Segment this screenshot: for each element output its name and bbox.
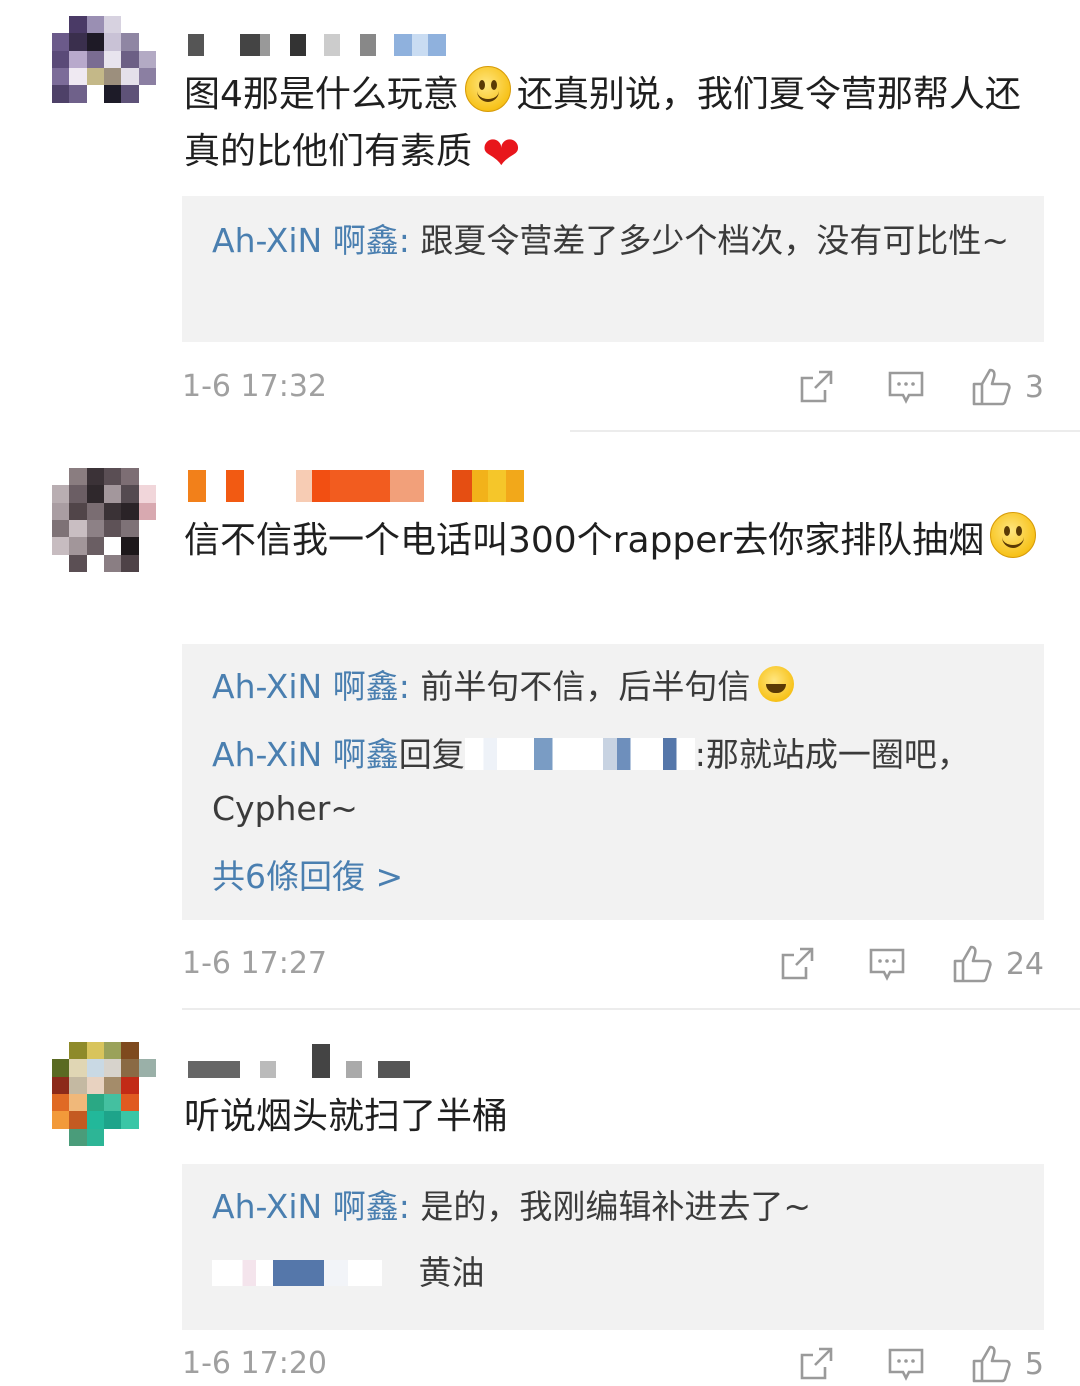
reply-box[interactable]: Ah-XiN 啊鑫: 跟夏令营差了多少个档次，没有可比性~ <box>182 196 1044 342</box>
more-replies-link[interactable]: 共6條回復 > <box>212 850 1012 904</box>
comment-text-a: 信不信我一个电话叫300个rapper去你家排队抽烟 <box>184 520 985 561</box>
timestamp: 1-6 17:32 <box>182 369 327 404</box>
comment-text: 听说烟头就扫了半桶 <box>184 1088 1044 1145</box>
thumbs-up-icon <box>972 1345 1011 1383</box>
smile-emoji-icon <box>990 512 1037 558</box>
share-icon <box>800 370 833 403</box>
reply-line: Ah-XiN 啊鑫: 前半句不信，后半句信 <box>212 660 1012 714</box>
reply-text: 前半句不信，后半句信 <box>420 667 751 706</box>
share-button[interactable] <box>778 945 816 983</box>
reply-author[interactable]: Ah-XiN 啊鑫 <box>212 221 399 260</box>
share-icon <box>800 1347 833 1380</box>
smile-emoji-icon <box>464 66 511 112</box>
reply-separator: : <box>398 221 421 260</box>
reply-author[interactable]: Ah-XiN 啊鑫 <box>212 735 399 774</box>
reply-line: Ah-XiN 啊鑫: 是的，我刚编辑补进去了~ <box>212 1180 1012 1234</box>
comment-icon <box>888 1348 924 1381</box>
like-button[interactable]: 3 <box>971 367 1044 407</box>
like-count: 3 <box>1024 369 1044 405</box>
username-redacted[interactable] <box>188 470 524 502</box>
username-redacted[interactable] <box>188 34 446 56</box>
comment-item: 听说烟头就扫了半桶 Ah-XiN 啊鑫: 是的，我刚编辑补进去了~ 黄油 1-6… <box>0 1010 1080 1384</box>
thumbs-up-icon <box>972 368 1011 406</box>
thumbs-up-icon <box>953 945 992 983</box>
like-count: 24 <box>1005 946 1044 982</box>
reply-box[interactable]: Ah-XiN 啊鑫: 是的，我刚编辑补进去了~ 黄油 <box>182 1164 1044 1330</box>
redacted-username[interactable] <box>212 1260 382 1286</box>
reply-text: 黄油 <box>418 1253 485 1292</box>
action-bar: 24 <box>778 942 1044 986</box>
share-button[interactable] <box>797 368 835 406</box>
reply-author[interactable]: Ah-XiN 啊鑫 <box>212 1187 399 1226</box>
comment-icon <box>888 371 924 404</box>
comment-item: 信不信我一个电话叫300个rapper去你家排队抽烟 Ah-XiN 啊鑫: 前半… <box>0 432 1080 1010</box>
username-redacted[interactable] <box>188 1044 410 1078</box>
timestamp: 1-6 17:20 <box>182 1346 327 1381</box>
comment-icon <box>869 948 905 981</box>
reply-line: 黄油 <box>212 1246 1012 1300</box>
like-count: 5 <box>1024 1346 1044 1382</box>
redacted-username[interactable] <box>464 738 695 770</box>
comment-text-a: 听说烟头就扫了半桶 <box>184 1096 509 1137</box>
comment-button[interactable] <box>887 1345 925 1383</box>
avatar[interactable] <box>52 468 156 572</box>
heart-emoji-icon: ❤ <box>482 126 521 180</box>
reply-text: 是的，我刚编辑补进去了~ <box>420 1187 811 1226</box>
laughing-emoji-icon <box>758 666 795 702</box>
reply-separator: : <box>398 667 421 706</box>
comment-button[interactable] <box>868 945 906 983</box>
comment-meta: 1-6 17:32 3 <box>182 365 1044 409</box>
reply-box[interactable]: Ah-XiN 啊鑫: 前半句不信，后半句信 Ah-XiN 啊鑫回复:那就站成一圈… <box>182 644 1044 920</box>
comment-text: 信不信我一个电话叫300个rapper去你家排队抽烟 <box>184 512 1044 569</box>
share-icon <box>781 947 814 980</box>
action-bar: 3 <box>797 365 1044 409</box>
comment-meta: 1-6 17:27 24 <box>182 942 1044 986</box>
like-button[interactable]: 5 <box>971 1344 1044 1384</box>
like-button[interactable]: 24 <box>952 944 1044 984</box>
reply-line: Ah-XiN 啊鑫回复:那就站成一圈吧，Cypher~ <box>212 728 1012 836</box>
timestamp: 1-6 17:27 <box>182 946 327 981</box>
comment-text-a: 图4那是什么玩意 <box>184 74 459 115</box>
reply-line: Ah-XiN 啊鑫: 跟夏令营差了多少个档次，没有可比性~ <box>212 214 1012 268</box>
reply-text: 跟夏令营差了多少个档次，没有可比性~ <box>420 221 1009 260</box>
comment-item: 图4那是什么玩意 还真别说，我们夏令营那帮人还真的比他们有素质 ❤ Ah-XiN 啊… <box>0 0 1080 432</box>
comment-text: 图4那是什么玩意 还真别说，我们夏令营那帮人还真的比他们有素质 ❤ <box>184 66 1044 182</box>
action-bar: 5 <box>797 1342 1044 1386</box>
reply-author[interactable]: Ah-XiN 啊鑫 <box>212 667 399 706</box>
avatar[interactable] <box>52 16 156 120</box>
reply-separator: : <box>398 1187 421 1226</box>
comment-meta: 1-6 17:20 5 <box>182 1342 1044 1386</box>
avatar[interactable] <box>52 1042 156 1146</box>
comment-button[interactable] <box>887 368 925 406</box>
share-button[interactable] <box>797 1345 835 1383</box>
reply-separator: 回复 <box>398 735 465 774</box>
